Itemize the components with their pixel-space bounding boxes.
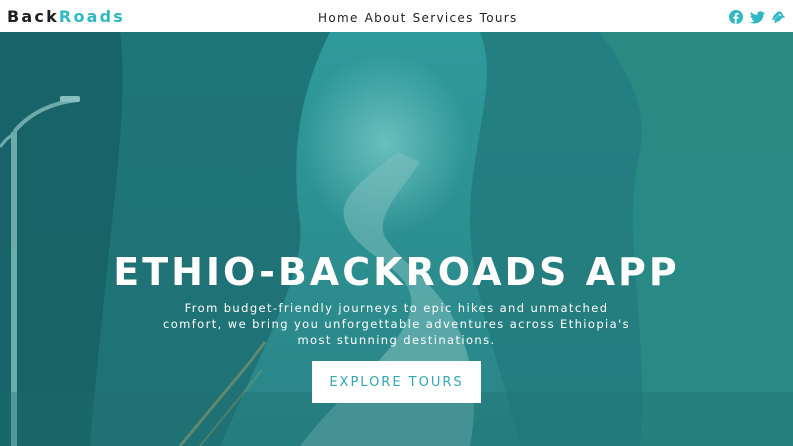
nav-link-tours[interactable]: Tours bbox=[480, 11, 518, 25]
brand-logo-part1: Back bbox=[7, 6, 59, 26]
brand-logo-part2: Roads bbox=[58, 6, 126, 26]
hero-title: ETHIO-BACKROADS APP bbox=[113, 250, 680, 294]
hero-subtitle-line: comfort, we bring you unforgettable adve… bbox=[162, 317, 631, 331]
twitter-icon[interactable] bbox=[750, 9, 765, 24]
hero-subtitle-line: From budget-friendly journeys to epic hi… bbox=[184, 301, 609, 315]
brand-logo[interactable]: BackRoads bbox=[7, 7, 125, 26]
navbar: BackRoads Home About Services Tours bbox=[0, 0, 793, 32]
explore-tours-button[interactable]: EXPLORE TOURS bbox=[312, 361, 481, 403]
social-links bbox=[729, 0, 785, 32]
nav-link-home[interactable]: Home bbox=[318, 11, 359, 25]
nav-link-services[interactable]: Services bbox=[413, 11, 474, 25]
hero-section: ETHIO-BACKROADS APP From budget-friendly… bbox=[0, 32, 793, 446]
facebook-icon[interactable] bbox=[729, 9, 743, 24]
hero-content: ETHIO-BACKROADS APP From budget-friendly… bbox=[0, 32, 793, 446]
squarespace-icon[interactable] bbox=[771, 9, 785, 23]
nav-links: Home About Services Tours bbox=[318, 0, 518, 32]
hero-subtitle-line: most stunning destinations. bbox=[297, 333, 496, 347]
nav-link-about[interactable]: About bbox=[365, 11, 407, 25]
hero-subtitle: From budget-friendly journeys to epic hi… bbox=[150, 300, 643, 348]
